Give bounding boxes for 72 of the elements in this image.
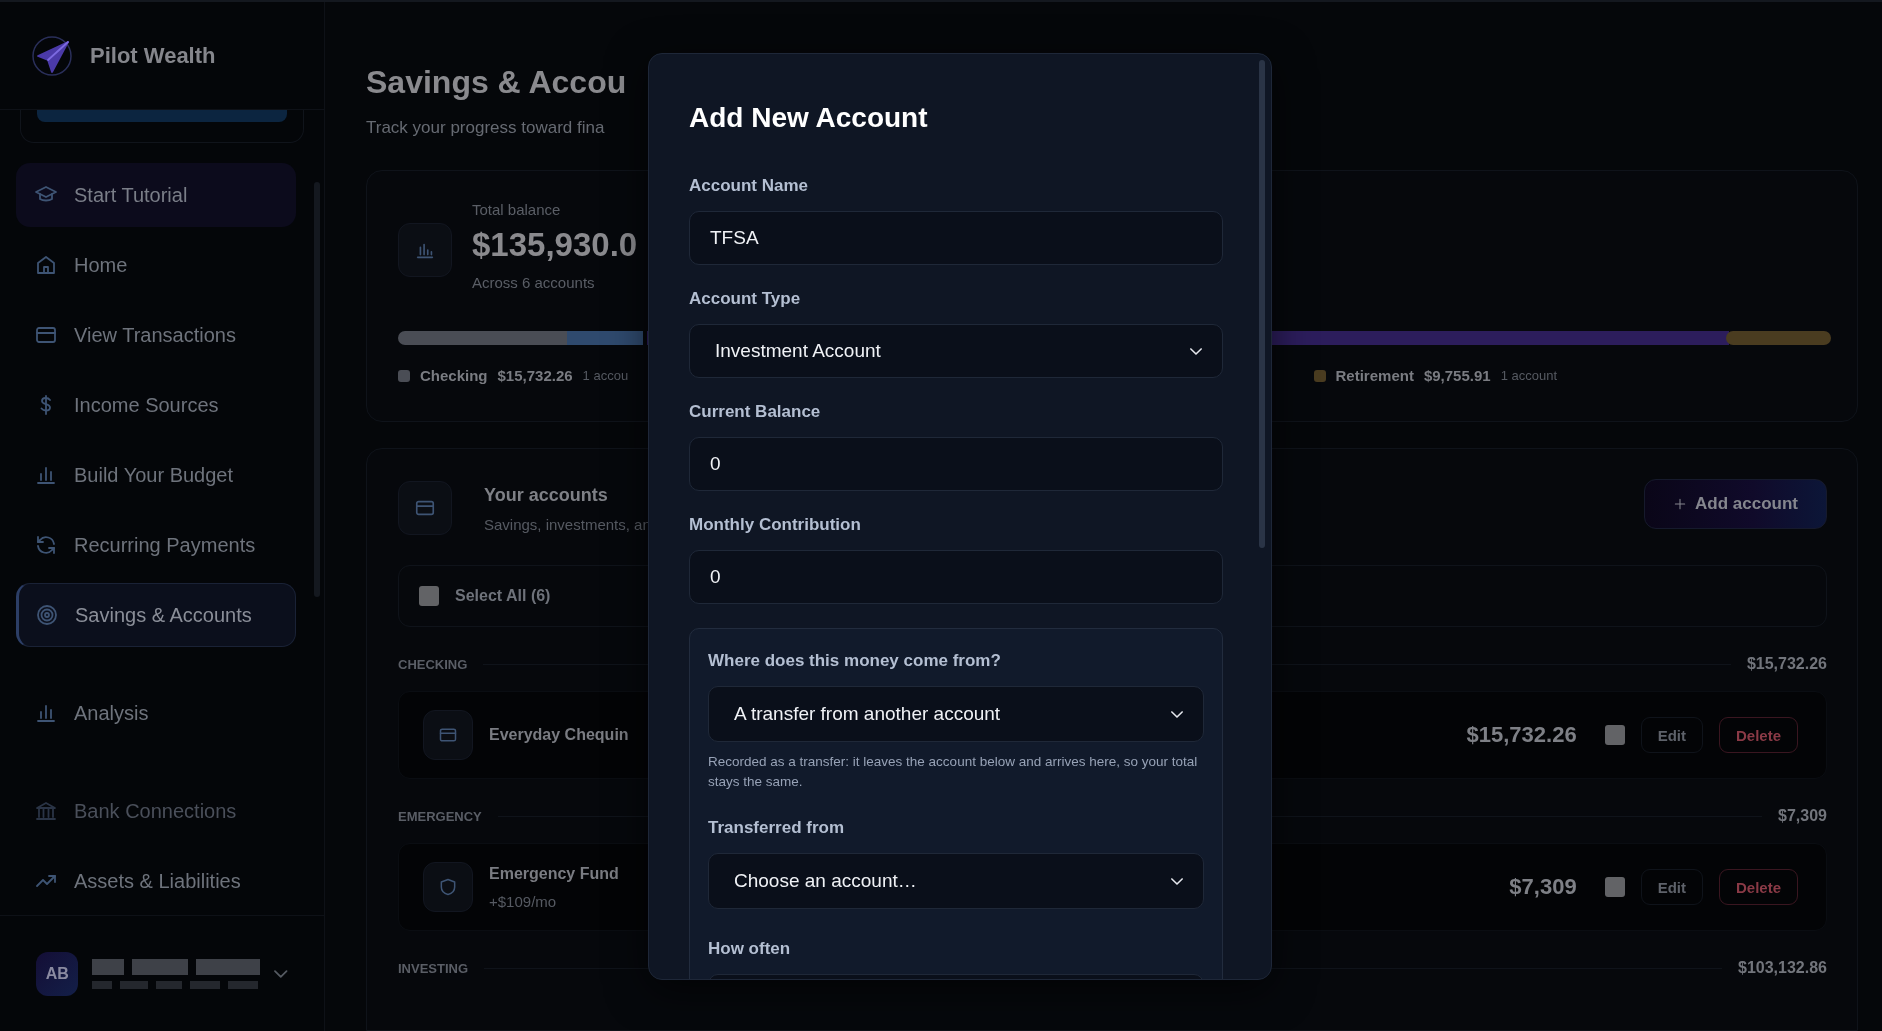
- chevron-down-icon: [1190, 347, 1202, 355]
- group-label: CHECKING: [398, 656, 468, 672]
- edit-button[interactable]: Edit: [1640, 869, 1703, 905]
- add-account-button[interactable]: Add account: [1644, 479, 1827, 529]
- nav-item[interactable]: Assets & Liabilities: [16, 849, 296, 913]
- group-label: INVESTING: [398, 960, 469, 976]
- select-field[interactable]: Choose an account…: [708, 853, 1204, 909]
- nav-item[interactable]: Start Tutorial: [16, 163, 296, 227]
- checkbox[interactable]: [1604, 725, 1625, 745]
- legend-label: Checking: [420, 367, 488, 384]
- account-name: Emergency Fund: [489, 864, 620, 883]
- nav-item[interactable]: Recurring Payments: [16, 513, 296, 577]
- sidebar-button[interactable]: [37, 110, 287, 122]
- field-label: Where does this money come from?: [708, 651, 1002, 671]
- paper-plane-logo-icon: [30, 33, 74, 78]
- group-total: $15,732.26: [1746, 655, 1827, 673]
- target-icon: [35, 603, 59, 627]
- field-label: Transferred from: [708, 818, 846, 838]
- field-label: How often: [708, 939, 792, 959]
- field-label: Account Name: [689, 176, 810, 196]
- legend-count: 1 account: [1500, 368, 1557, 383]
- app-name: Pilot Wealth: [90, 42, 216, 69]
- select-all-label: Select All (6): [455, 587, 551, 605]
- balance-label: Total balance: [472, 201, 562, 218]
- delete-button[interactable]: Delete: [1718, 717, 1798, 753]
- home-icon: [34, 253, 58, 277]
- select-field[interactable]: Investment Account: [689, 324, 1223, 378]
- account-contribution: +$109/mo: [489, 892, 558, 910]
- avatar[interactable]: AB: [36, 951, 79, 996]
- help-text: Recorded as a transfer: it leaves the account below and arrives here, so your total stays the same.: [708, 753, 1199, 791]
- card-icon: [438, 725, 458, 745]
- legend-amount: $15,732.26: [497, 367, 573, 384]
- group-total: $103,132.86: [1738, 959, 1827, 977]
- nav-item[interactable]: Analysis: [16, 681, 296, 745]
- bank-icon: [34, 799, 58, 823]
- account-name: Everyday Chequin: [489, 726, 630, 744]
- total-balance: $135,930.0: [472, 226, 638, 264]
- field-label: Current Balance: [689, 402, 822, 422]
- nav-item[interactable]: Income Sources: [16, 373, 296, 437]
- nav-item[interactable]: Build Your Budget: [16, 443, 296, 507]
- account-count: Across 6 accounts: [472, 274, 596, 291]
- checkbox[interactable]: [419, 586, 439, 606]
- checkbox[interactable]: [1604, 877, 1625, 897]
- select-field[interactable]: A transfer from another account: [708, 686, 1204, 742]
- shield-icon: [438, 877, 458, 897]
- legend-amount: $9,755.91: [1423, 367, 1491, 384]
- scrollbar[interactable]: [1259, 60, 1265, 548]
- field-label: Account Type: [689, 289, 802, 309]
- section-title: Your accounts: [484, 485, 609, 506]
- field-label: Monthly Contribution: [689, 515, 862, 535]
- page-subtitle: Track your progress toward fina: [366, 118, 606, 138]
- chevron-down-icon: [1171, 877, 1183, 885]
- dialog-title: Add New Account: [689, 102, 929, 134]
- legend-label: Retirement: [1335, 367, 1414, 384]
- account-balance: $15,732.26: [1466, 722, 1577, 748]
- legend-count: 1 accou: [582, 368, 629, 383]
- nav-item[interactable]: View Transactions: [16, 303, 296, 367]
- group-total: $7,309: [1778, 807, 1827, 825]
- account-balance: $7,309: [1509, 874, 1577, 900]
- delete-button[interactable]: Delete: [1718, 869, 1798, 905]
- chevron-down-icon: [274, 969, 288, 978]
- nav-item[interactable]: Home: [16, 233, 296, 297]
- edit-button[interactable]: Edit: [1640, 717, 1703, 753]
- group-label: EMERGENCY: [398, 808, 482, 824]
- plus-icon: [1673, 497, 1688, 511]
- input-field[interactable]: 0: [689, 550, 1223, 604]
- refresh-icon: [34, 533, 58, 557]
- chevron-down-icon: [1171, 710, 1183, 718]
- input-field[interactable]: TFSA: [689, 211, 1223, 265]
- input-field[interactable]: 0: [689, 437, 1223, 491]
- page-title: Savings & Accou: [366, 63, 628, 102]
- nav-item[interactable]: Savings & Accounts: [16, 583, 296, 647]
